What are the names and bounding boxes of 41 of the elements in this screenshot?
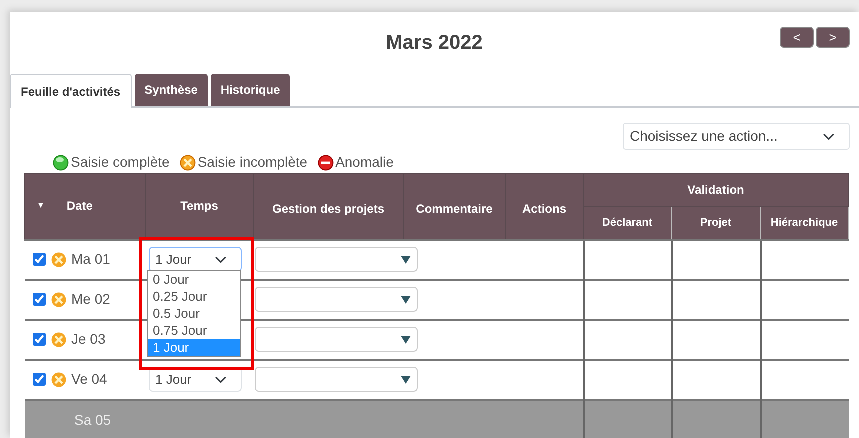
action-select[interactable]: Choisissez une action... bbox=[623, 123, 850, 150]
legend-label: Anomalie bbox=[336, 153, 394, 172]
dropdown-arrow-icon bbox=[400, 256, 410, 264]
tab[interactable]: Feuille d'activités bbox=[10, 74, 132, 108]
column-label: Date bbox=[66, 198, 93, 216]
column-header: Temps bbox=[146, 174, 254, 240]
date-label: Ma 01 bbox=[72, 250, 110, 269]
sort-icon[interactable]: ▼ bbox=[25, 200, 67, 212]
date-label: Sa 05 bbox=[74, 412, 112, 428]
legend-label: Saisie complète bbox=[71, 153, 170, 172]
row-checkbox[interactable] bbox=[32, 333, 46, 346]
dropdown-arrow-icon bbox=[400, 376, 410, 384]
check-status-icon bbox=[53, 154, 69, 170]
dropdown-option[interactable]: 0.25 Jour bbox=[148, 288, 240, 305]
tab[interactable]: Synthèse bbox=[134, 74, 208, 106]
cross-status-icon bbox=[180, 154, 196, 170]
dropdown-option[interactable]: 0.75 Jour bbox=[148, 322, 240, 339]
dropdown-option[interactable]: 0.5 Jour bbox=[148, 305, 240, 322]
month-title: Mars 2022 bbox=[386, 32, 483, 54]
column-header: Gestion des projets bbox=[254, 174, 404, 240]
column-header: Projet bbox=[672, 206, 760, 240]
minus-status-icon bbox=[318, 154, 334, 170]
row-checkbox[interactable] bbox=[32, 293, 46, 306]
tab[interactable]: Historique bbox=[210, 74, 290, 106]
time-select[interactable]: 1 Jour bbox=[148, 247, 242, 272]
column-header: Déclarant bbox=[584, 206, 672, 240]
column-group-header: Validation bbox=[584, 174, 849, 206]
dropdown-arrow-icon bbox=[400, 296, 410, 304]
column-header: Hiérarchique bbox=[760, 206, 849, 240]
row-checkbox[interactable] bbox=[32, 373, 46, 386]
date-label: Je 03 bbox=[72, 330, 106, 349]
previous-button[interactable]: < bbox=[780, 27, 814, 48]
dropdown-arrow-icon bbox=[400, 336, 410, 344]
dropdown-option[interactable]: 0 Jour bbox=[148, 271, 240, 288]
column-header: Actions bbox=[506, 174, 584, 240]
date-label: Me 02 bbox=[72, 290, 110, 309]
date-label: Ve 04 bbox=[72, 370, 108, 389]
next-button[interactable]: > bbox=[816, 27, 850, 48]
legend-label: Saisie incomplète bbox=[198, 153, 308, 172]
column-header: Commentaire bbox=[404, 174, 506, 240]
row-checkbox[interactable] bbox=[32, 253, 46, 266]
